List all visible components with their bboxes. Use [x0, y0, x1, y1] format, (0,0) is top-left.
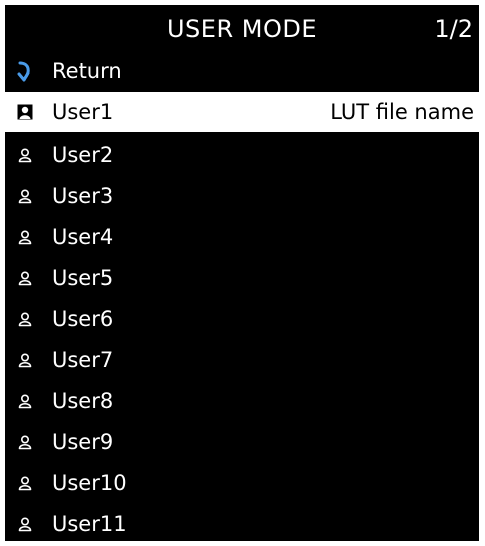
menu-item-label: User9 [52, 430, 114, 454]
menu-item-user10[interactable]: User10 [5, 463, 479, 503]
menu-item-user1[interactable]: User1 LUT file name [5, 92, 479, 132]
menu-item-user9[interactable]: User9 [5, 422, 479, 462]
menu-item-label: User1 [52, 100, 114, 124]
menu-item-label: User4 [52, 225, 114, 249]
menu-item-label: User8 [52, 389, 114, 413]
menu-item-label: User5 [52, 266, 114, 290]
menu-item-label: User2 [52, 143, 114, 167]
user-icon [14, 226, 36, 248]
menu-item-user11[interactable]: User11 [5, 504, 479, 541]
menu-item-user8[interactable]: User8 [5, 381, 479, 421]
user-icon [14, 349, 36, 371]
user-icon [14, 513, 36, 535]
menu-item-label: Return [52, 59, 122, 83]
menu-header: USER MODE 1/2 [5, 5, 479, 49]
menu-item-user3[interactable]: User3 [5, 176, 479, 216]
menu-item-user5[interactable]: User5 [5, 258, 479, 298]
menu-item-return[interactable]: Return [5, 51, 479, 91]
page-indicator: 1/2 [434, 15, 473, 43]
user-icon [14, 431, 36, 453]
menu-item-user4[interactable]: User4 [5, 217, 479, 257]
menu-item-label: User6 [52, 307, 114, 331]
menu-item-label: User3 [52, 184, 114, 208]
menu-item-label: User7 [52, 348, 114, 372]
user-mode-menu-screen: USER MODE 1/2 Return User1 LUT file name… [5, 5, 479, 541]
menu-item-label: User10 [52, 471, 127, 495]
menu-item-user7[interactable]: User7 [5, 340, 479, 380]
user-selected-icon [14, 101, 36, 123]
user-icon [14, 390, 36, 412]
lut-file-name: LUT file name [330, 100, 474, 124]
menu-item-label: User11 [52, 512, 127, 536]
menu-item-user2[interactable]: User2 [5, 135, 479, 175]
user-icon [14, 472, 36, 494]
user-icon [14, 308, 36, 330]
user-icon [14, 267, 36, 289]
menu-title: USER MODE [166, 15, 317, 43]
return-arrow-icon [14, 60, 36, 82]
user-icon [14, 185, 36, 207]
menu-item-user6[interactable]: User6 [5, 299, 479, 339]
user-icon [14, 144, 36, 166]
